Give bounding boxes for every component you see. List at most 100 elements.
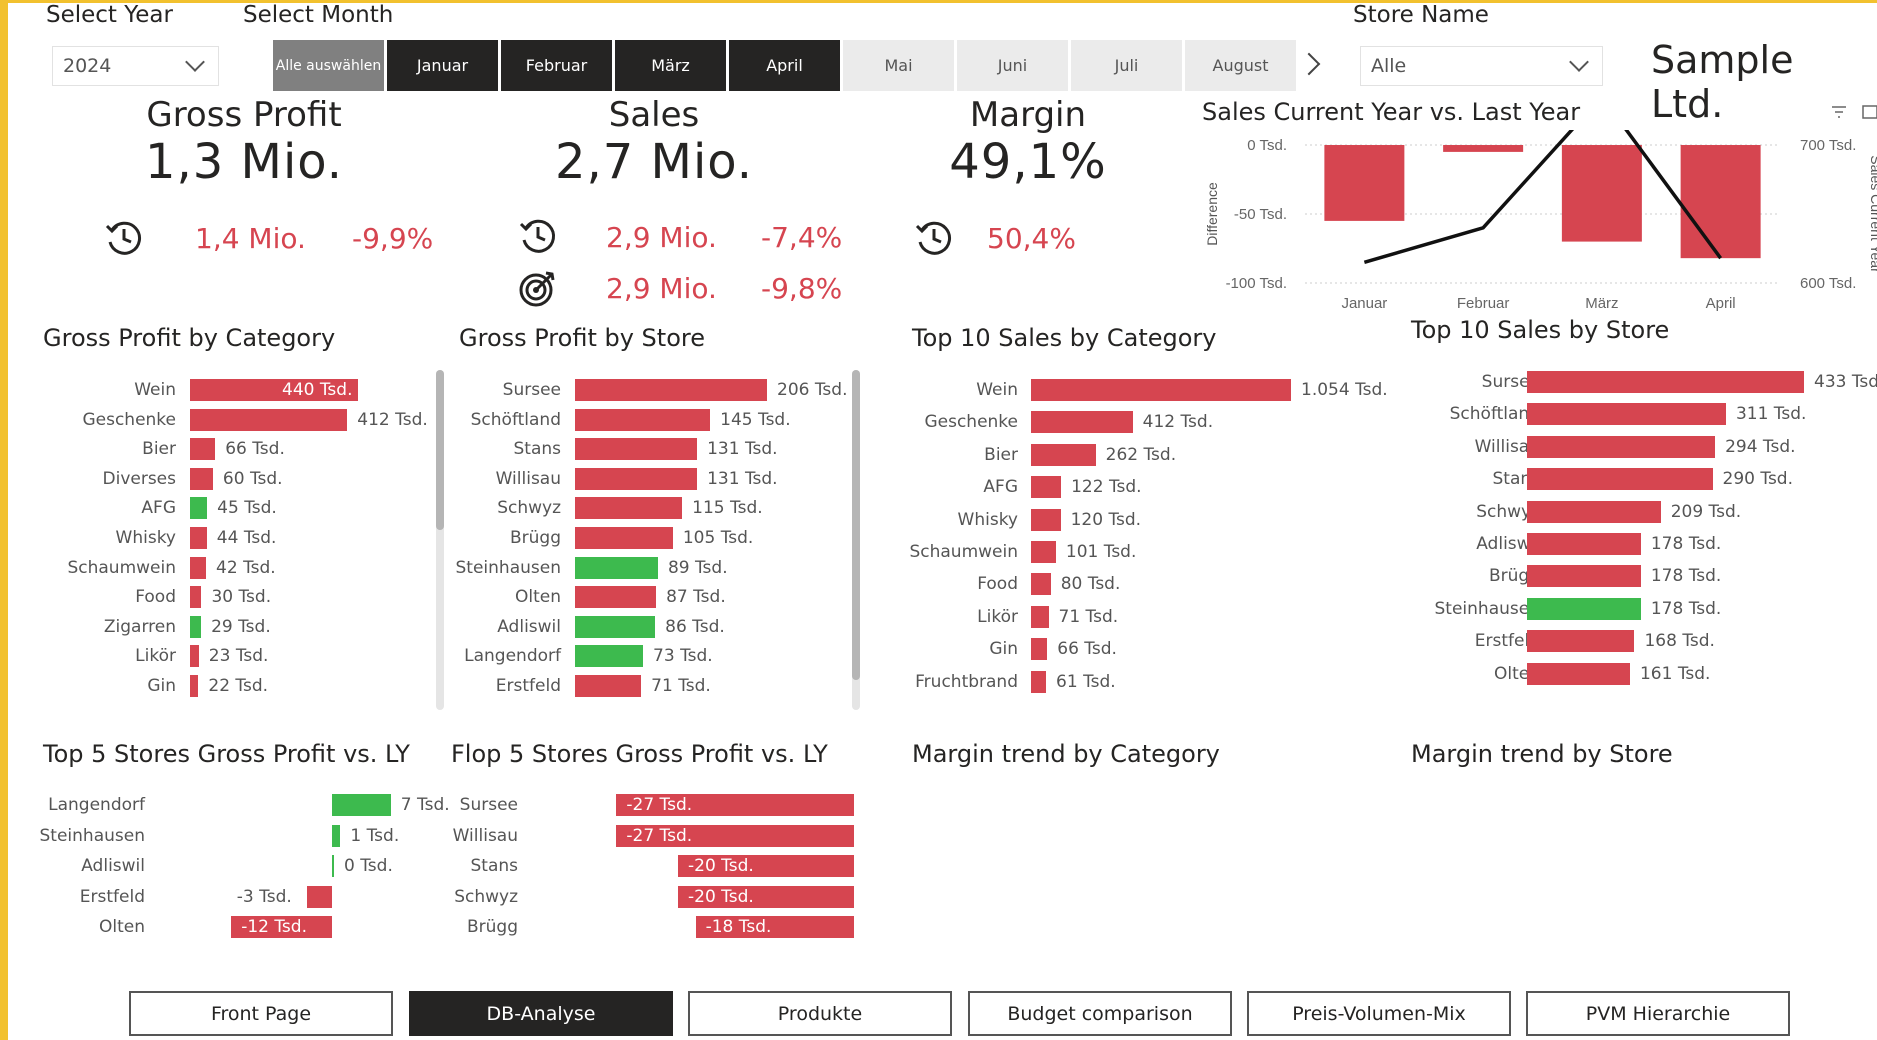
top10-store-chart: Sursee 433 Tsd. Schöftland 311 Tsd. Willisau…	[1400, 371, 1877, 702]
bar[interactable]	[190, 675, 199, 697]
bar[interactable]	[1527, 403, 1726, 426]
bar-label: Likör	[977, 606, 1018, 627]
y-left-tick-label: -100 Tsd.	[1226, 275, 1287, 292]
bar[interactable]	[1527, 662, 1630, 685]
bar[interactable]	[1031, 670, 1047, 693]
bar-label: Wein	[134, 380, 176, 400]
bar[interactable]	[575, 408, 711, 431]
bar[interactable]	[190, 615, 202, 638]
bar[interactable]	[575, 556, 658, 579]
bar[interactable]	[190, 527, 207, 549]
bar[interactable]	[575, 467, 698, 490]
bar-label: Gin	[989, 639, 1018, 660]
gp-category-scrollbar[interactable]	[436, 370, 444, 710]
nav-button-budget-comparison[interactable]: Budget comparison	[968, 991, 1232, 1036]
bar[interactable]	[1031, 379, 1291, 401]
filter-icon[interactable]	[1830, 104, 1848, 120]
chevron-down-icon	[185, 52, 205, 72]
bar[interactable]	[1031, 573, 1051, 596]
gp-store-chart: Sursee 206 Tsd. Schöftland 145 Tsd. Stans 131…	[440, 379, 850, 710]
store-dropdown[interactable]: Alle	[1360, 46, 1603, 86]
y-right-tick-label: 600 Tsd.	[1800, 275, 1856, 292]
bar[interactable]	[1527, 533, 1641, 555]
bar-value-label: 101 Tsd.	[1065, 542, 1137, 562]
bar[interactable]	[332, 855, 334, 877]
bar-value-label: 290 Tsd.	[1722, 469, 1793, 490]
bar[interactable]	[332, 824, 341, 847]
bar[interactable]	[575, 586, 657, 609]
bar-label: Brügg	[509, 528, 561, 548]
bar[interactable]	[1527, 630, 1635, 653]
chevron-right-icon[interactable]	[1297, 52, 1321, 76]
kpi-sales-title: Sales	[608, 95, 700, 135]
bar[interactable]	[575, 527, 673, 549]
bar[interactable]	[1031, 508, 1061, 531]
kpi-margin-value: 49,1%	[949, 134, 1107, 190]
bar-value-label: 87 Tsd.	[666, 587, 726, 608]
bar[interactable]	[575, 379, 767, 401]
bar	[1324, 145, 1405, 221]
bar[interactable]	[190, 497, 208, 520]
bar-value-label: -3 Tsd.	[236, 886, 292, 907]
history-icon	[105, 221, 142, 255]
bar-label: Food	[977, 574, 1018, 595]
bar[interactable]	[1031, 411, 1133, 434]
nav-button-produkte[interactable]: Produkte	[688, 991, 952, 1036]
nav-button-pvm-hierarchie[interactable]: PVM Hierarchie	[1526, 991, 1790, 1036]
flop5-title: Flop 5 Stores Gross Profit vs. LY	[451, 740, 828, 768]
bar[interactable]	[575, 645, 644, 668]
year-slicer-title: Select Year	[46, 2, 173, 28]
bar[interactable]	[1527, 468, 1713, 491]
month-option-januar[interactable]: Januar	[387, 40, 498, 91]
nav-button-preis-volumen-mix[interactable]: Preis-Volumen-Mix	[1247, 991, 1511, 1036]
bar[interactable]	[1527, 500, 1661, 523]
bar[interactable]	[575, 438, 698, 461]
bar-label: Diverses	[102, 468, 177, 489]
month-option-juni[interactable]: Juni	[957, 40, 1068, 91]
bar[interactable]	[1031, 476, 1062, 499]
scrollbar-thumb[interactable]	[436, 370, 444, 530]
bar[interactable]	[1031, 541, 1056, 563]
bar[interactable]	[1527, 597, 1641, 620]
bar[interactable]	[575, 497, 683, 520]
bar-value-label: 73 Tsd.	[653, 646, 713, 667]
bar[interactable]	[190, 408, 348, 431]
bar[interactable]	[575, 615, 656, 638]
bar[interactable]	[1031, 605, 1049, 628]
history-icon	[519, 219, 556, 253]
bar[interactable]	[332, 794, 391, 816]
bar[interactable]	[190, 467, 213, 490]
nav-button-front-page[interactable]: Front Page	[129, 991, 393, 1036]
gp-store-scrollbar[interactable]	[852, 370, 860, 710]
month-option-april[interactable]: April	[729, 40, 840, 91]
bar[interactable]	[575, 675, 642, 697]
bar[interactable]	[1527, 435, 1716, 458]
bar-value-label: 22 Tsd.	[208, 676, 269, 696]
bar[interactable]	[190, 438, 216, 461]
month-option-juli[interactable]: Juli	[1071, 40, 1182, 91]
kpi-gross-profit-ly: 1,4 Mio.	[195, 222, 306, 255]
bar-label: Brügg	[466, 917, 518, 937]
month-option-august[interactable]: August	[1185, 40, 1296, 91]
bar-label: Adliswil	[1476, 534, 1540, 554]
bar[interactable]	[1527, 565, 1641, 588]
bar[interactable]	[1031, 443, 1096, 466]
month-option-februar[interactable]: Februar	[501, 40, 612, 91]
scrollbar-thumb[interactable]	[852, 370, 860, 680]
bar[interactable]	[1527, 371, 1804, 393]
bar-label: AFG	[141, 498, 176, 519]
bar[interactable]	[306, 885, 332, 908]
bar-value-label: 29 Tsd.	[211, 616, 271, 637]
bar[interactable]	[190, 645, 199, 668]
month-option-alle-auswählen[interactable]: Alle auswählen	[273, 40, 384, 91]
y-left-tick-label: 0 Tsd.	[1247, 137, 1287, 154]
focus-mode-icon[interactable]	[1862, 104, 1877, 120]
year-dropdown[interactable]: 2024	[52, 46, 219, 86]
bar[interactable]	[190, 586, 202, 609]
nav-button-db-analyse[interactable]: DB-Analyse	[409, 991, 673, 1036]
month-option-mai[interactable]: Mai	[843, 40, 954, 91]
top5-title: Top 5 Stores Gross Profit vs. LY	[43, 740, 410, 768]
bar[interactable]	[1031, 638, 1048, 661]
bar[interactable]	[190, 556, 207, 579]
month-option-märz[interactable]: März	[615, 40, 726, 91]
